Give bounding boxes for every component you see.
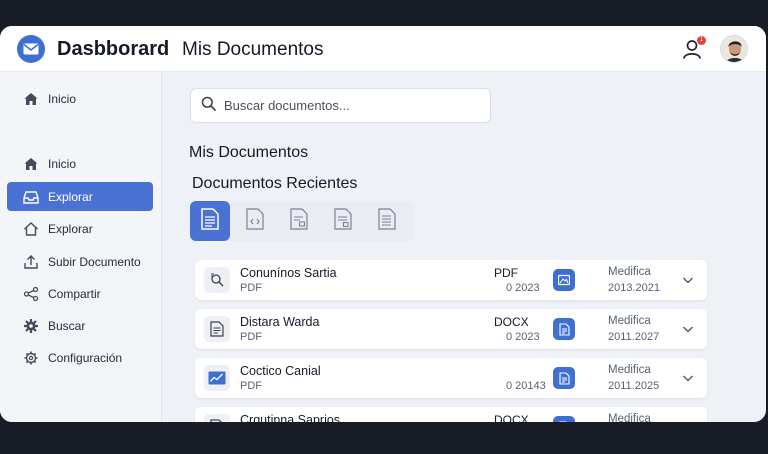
document-type: DOCX (494, 413, 529, 422)
notification-badge: 1 (697, 36, 706, 45)
sidebar-item-label: Configuración (48, 350, 123, 365)
tab-code-file[interactable] (235, 201, 275, 241)
search-bar[interactable] (190, 88, 491, 123)
sidebar: Inicio Inicio Explorar Explorar Subir Do… (0, 72, 162, 422)
mail-logo-icon[interactable] (17, 35, 45, 63)
chart-icon (204, 365, 230, 391)
chevron-down-icon[interactable] (681, 273, 695, 287)
home-icon (21, 89, 41, 109)
document-subtype: PDF (240, 380, 262, 392)
sidebar-item-configuracion[interactable]: Configuración (7, 343, 153, 372)
document-code: 0 20143 (506, 380, 546, 392)
image-file-icon (290, 207, 308, 235)
sidebar-item-explorar[interactable]: Explorar (7, 182, 153, 211)
modified-date: 2011.2025 (608, 380, 660, 392)
sidebar-item-label: Inicio (48, 91, 77, 106)
chevron-down-icon[interactable] (681, 322, 695, 336)
list-file-icon (378, 207, 396, 235)
sidebar-item-label: Subir Documento (48, 254, 141, 269)
checklist-file-icon (334, 207, 352, 235)
gear-icon (21, 316, 41, 336)
search-icon (201, 96, 216, 116)
sidebar-item-label: Inicio (48, 156, 77, 171)
document-type-tabs (190, 201, 414, 241)
home-icon (21, 154, 41, 174)
upload-icon (21, 252, 41, 272)
app-title: Dasbborard (57, 38, 170, 60)
doc-lines-icon (204, 316, 230, 342)
main-title: Mis Documentos (189, 144, 309, 161)
sidebar-item-inicio[interactable]: Inicio (7, 84, 153, 113)
tab-document[interactable] (190, 201, 230, 241)
sidebar-item-compartir[interactable]: Compartir (7, 279, 153, 308)
image-action-icon[interactable] (553, 269, 575, 291)
document-code: 0 2023 (506, 331, 540, 343)
avatar[interactable] (720, 35, 748, 63)
modified-label: Medifica (608, 413, 651, 422)
inbox-icon (21, 187, 41, 207)
modified-label: Medifica (608, 266, 651, 278)
sidebar-item-label: Explorar (48, 189, 93, 204)
sidebar-item-label: Explorar (48, 221, 93, 236)
modified-date: 2013.2021 (608, 282, 660, 294)
gear-icon (21, 348, 41, 368)
home-outline-icon (21, 219, 41, 239)
sidebar-item-subir-documento[interactable]: Subir Documento (7, 247, 153, 276)
sidebar-item-explorar-2[interactable]: Explorar (7, 214, 153, 243)
tab-image-file[interactable] (279, 201, 319, 241)
modified-label: Medifica (608, 315, 651, 327)
sidebar-item-label: Buscar (48, 318, 86, 333)
share-icon (21, 284, 41, 304)
tab-checklist-file[interactable] (323, 201, 363, 241)
tab-list-file[interactable] (367, 201, 407, 241)
modified-date: 2011.2027 (608, 331, 660, 343)
document-type: DOCX (494, 315, 529, 329)
top-header: Dasbborard Mis Documentos 1 (0, 26, 766, 72)
modified-label: Medifica (608, 364, 651, 376)
document-row[interactable]: Coctico Canial PDF 0 20143 Medifica 2011… (195, 358, 707, 398)
document-action-icon[interactable] (553, 416, 575, 422)
chevron-down-icon[interactable] (681, 371, 695, 385)
page-title: Mis Documentos (182, 39, 324, 60)
document-action-icon[interactable] (553, 367, 575, 389)
app-window: Dasbborard Mis Documentos 1 Inicio Inici… (0, 26, 766, 422)
document-name: Crqutinna Saprios (240, 413, 341, 422)
doc-lines-icon (204, 414, 230, 422)
document-row[interactable]: Distara Warda PDF DOCX 0 2023 Medifica 2… (195, 309, 707, 349)
code-file-icon (246, 207, 264, 235)
document-code: 0 2023 (506, 282, 540, 294)
sidebar-item-label: Compartir (48, 286, 101, 301)
sidebar-item-buscar[interactable]: Buscar (7, 311, 153, 340)
document-row[interactable]: Crqutinna Saprios DOCX Medifica (195, 407, 707, 422)
search-doc-icon (204, 267, 230, 293)
sidebar-item-inicio-2[interactable]: Inicio (7, 149, 153, 178)
document-name: Distara Warda (240, 315, 320, 329)
document-name: Coctico Canial (240, 364, 321, 378)
document-icon (201, 207, 219, 235)
search-input[interactable] (222, 97, 472, 114)
document-action-icon[interactable] (553, 318, 575, 340)
document-subtype: PDF (240, 331, 262, 343)
document-type: PDF (494, 266, 518, 280)
document-row[interactable]: Conunínos Sartia PDF PDF 0 2023 Medifica… (195, 260, 707, 300)
document-subtype: PDF (240, 282, 262, 294)
document-name: Conunínos Sartia (240, 266, 337, 280)
section-title: Documentos Recientes (192, 175, 358, 192)
